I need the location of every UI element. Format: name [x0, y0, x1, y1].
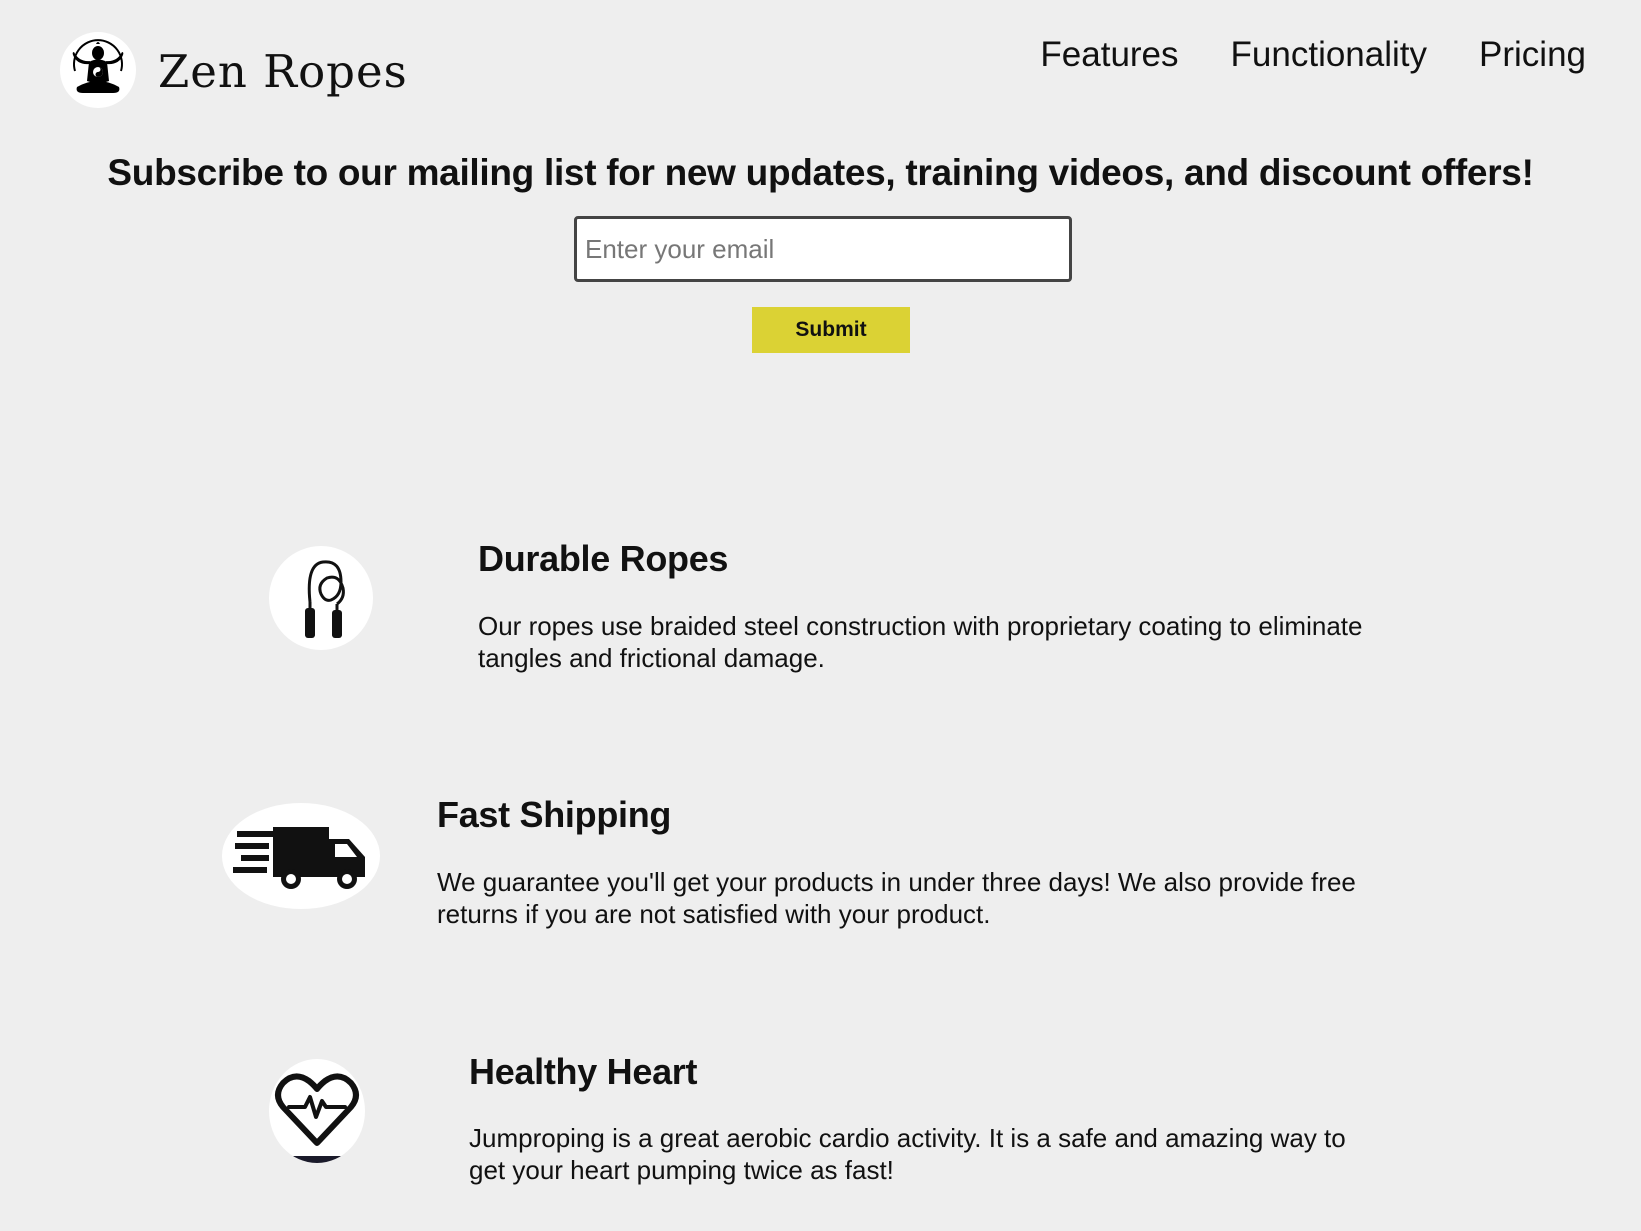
- delivery-truck-icon-badge: [222, 803, 380, 909]
- heart-pulse-icon-badge: [269, 1059, 365, 1163]
- feature-description: Jumproping is a great aerobic cardio act…: [469, 1123, 1346, 1185]
- submit-button[interactable]: Submit: [752, 307, 910, 353]
- jump-rope-icon: [305, 560, 345, 638]
- feature-title: Fast Shipping: [437, 794, 672, 835]
- logo[interactable]: [60, 32, 136, 108]
- nav-link-pricing[interactable]: Pricing: [1479, 32, 1586, 78]
- delivery-truck-icon: [233, 827, 365, 889]
- feature-title: Durable Ropes: [478, 538, 729, 579]
- jump-rope-icon-badge: [269, 546, 373, 650]
- email-input[interactable]: [574, 216, 1072, 282]
- meditating-figure-icon: [72, 39, 124, 93]
- heart-pulse-icon: [275, 1073, 359, 1163]
- main-nav: Features Functionality Pricing: [1040, 32, 1586, 78]
- subscribe-heading: Subscribe to our mailing list for new up…: [107, 152, 1534, 193]
- feature-description: Our ropes use braided steel construction…: [478, 611, 1363, 673]
- feature-description: We guarantee you'll get your products in…: [437, 867, 1356, 929]
- feature-title: Healthy Heart: [469, 1051, 698, 1092]
- brand-name: Zen Ropes: [158, 45, 408, 98]
- landing-page: Zen Ropes Features Functionality Pricing…: [0, 0, 1641, 1231]
- nav-link-features[interactable]: Features: [1040, 32, 1178, 78]
- nav-link-functionality[interactable]: Functionality: [1231, 32, 1427, 78]
